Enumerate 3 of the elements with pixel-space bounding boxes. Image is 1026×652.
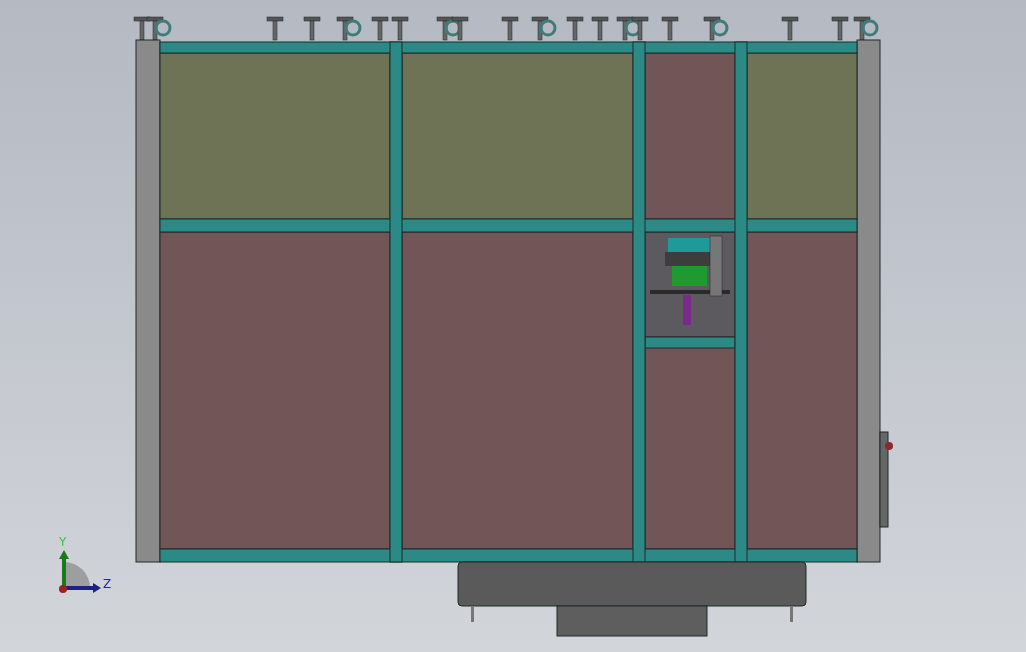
axis-label: Y xyxy=(59,535,67,549)
axis-triad-drawing xyxy=(59,550,101,593)
axis-label: Z xyxy=(103,577,112,591)
